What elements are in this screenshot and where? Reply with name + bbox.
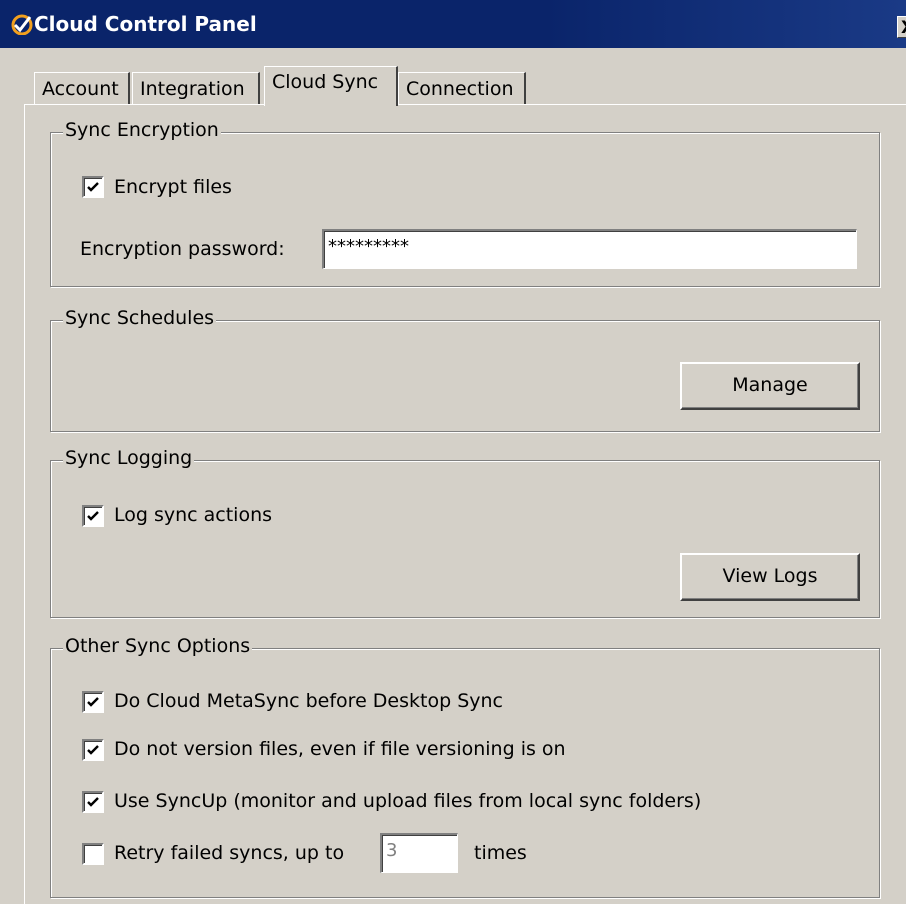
log-sync-actions-checkbox[interactable] [82, 505, 104, 527]
checkmark-icon [87, 697, 99, 707]
log-sync-actions-label: Log sync actions [114, 504, 273, 526]
title-bar: Cloud Control Panel X [0, 0, 906, 48]
checkmark-icon [87, 797, 99, 807]
tab-integration[interactable]: Integration [132, 72, 260, 106]
no-version-checkbox[interactable] [82, 739, 104, 761]
metasync-checkbox[interactable] [82, 691, 104, 713]
encrypt-files-label: Encrypt files [114, 176, 232, 198]
encryption-password-field[interactable]: ********* [322, 229, 857, 269]
syncup-label: Use SyncUp (monitor and upload files fro… [114, 790, 702, 812]
cloud-app-icon [11, 14, 33, 35]
checkmark-icon [87, 745, 99, 755]
close-button[interactable]: X [897, 16, 906, 38]
tab-cloud-sync[interactable]: Cloud Sync [264, 66, 398, 106]
sync-encryption-legend: Sync Encryption [63, 119, 221, 141]
retry-times-label: times [474, 842, 527, 864]
syncup-checkbox[interactable] [82, 791, 104, 813]
sync-logging-legend: Sync Logging [63, 447, 195, 469]
view-logs-button[interactable]: View Logs [680, 553, 860, 601]
no-version-label: Do not version files, even if file versi… [114, 738, 566, 760]
encrypt-files-checkbox[interactable] [82, 176, 104, 198]
retry-failed-checkbox[interactable] [82, 843, 104, 865]
checkmark-icon [87, 182, 99, 192]
tab-account[interactable]: Account [34, 72, 130, 106]
other-sync-options-legend: Other Sync Options [63, 635, 253, 657]
encryption-password-label: Encryption password: [80, 238, 285, 260]
checkmark-icon [87, 511, 99, 521]
manage-button[interactable]: Manage [680, 362, 860, 410]
retry-failed-label: Retry failed syncs, up to [114, 842, 345, 864]
tab-connection[interactable]: Connection [398, 72, 526, 106]
metasync-label: Do Cloud MetaSync before Desktop Sync [114, 690, 503, 712]
sync-schedules-legend: Sync Schedules [63, 307, 217, 329]
retry-count-field[interactable]: 3 [380, 833, 458, 873]
window-title: Cloud Control Panel [34, 12, 257, 36]
